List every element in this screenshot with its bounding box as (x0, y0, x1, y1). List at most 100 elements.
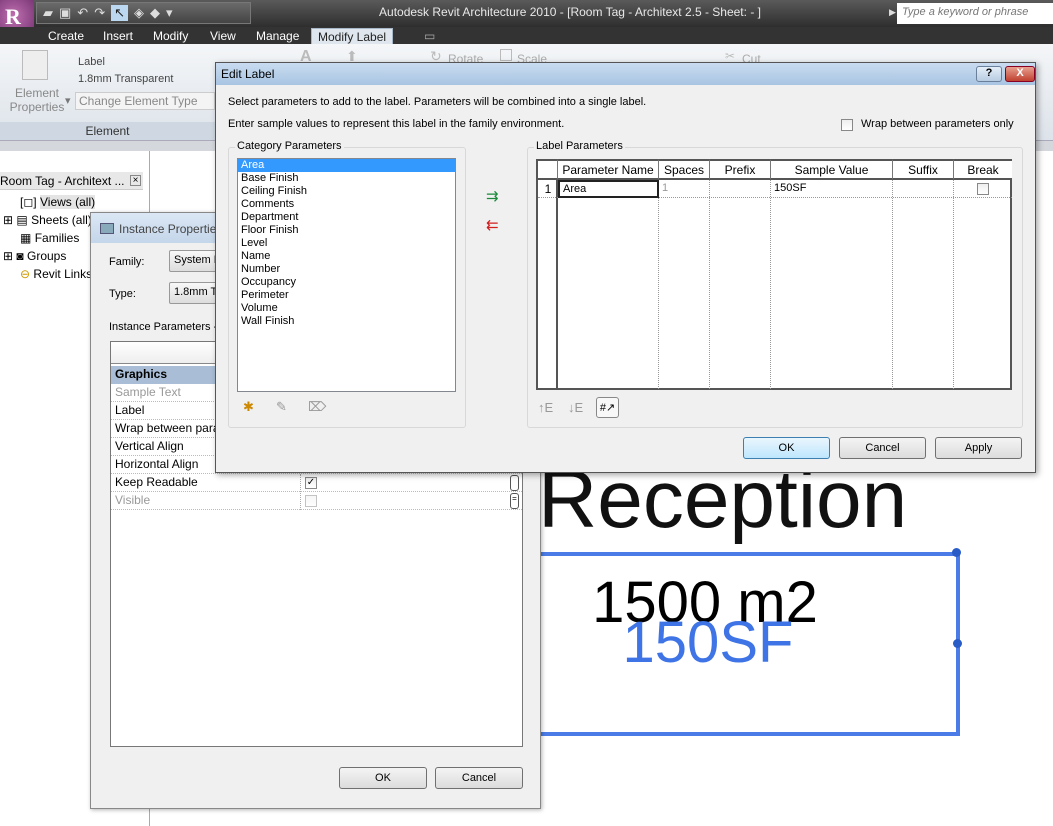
sample-value-cell[interactable]: 150SF (774, 180, 806, 194)
search-input[interactable]: Type a keyword or phrase (897, 3, 1053, 24)
keep-readable-checkbox[interactable]: ✓ (305, 477, 317, 489)
tab-modify[interactable]: Modify (147, 28, 194, 44)
column-header[interactable]: Break (954, 159, 1012, 180)
column-header[interactable]: Prefix (710, 159, 771, 180)
tab-modify-label[interactable]: Modify Label (311, 28, 394, 44)
list-item[interactable]: Name (238, 250, 455, 263)
wrap-checkbox[interactable] (841, 119, 853, 131)
cancel-button[interactable]: Cancel (839, 437, 926, 459)
change-element-type-dropdown[interactable]: Change Element Type (75, 92, 215, 110)
tab-view[interactable]: View (204, 28, 242, 44)
search-expand-icon[interactable]: ▶ (889, 7, 896, 18)
spaces-cell[interactable]: 1 (662, 180, 668, 194)
suffix-cell[interactable] (896, 180, 951, 197)
parameter-name-cell[interactable]: Area (558, 180, 659, 198)
list-item[interactable]: Area (238, 159, 455, 172)
list-item[interactable]: Department (238, 211, 455, 224)
instance-parameters-label: Instance Parameters - (109, 321, 218, 333)
views-icon: [◻] (20, 195, 37, 209)
tree-item-label: Groups (27, 249, 67, 263)
close-icon[interactable]: × (130, 175, 141, 186)
tree-item-sheets[interactable]: ⊞ ▤ Sheets (all) (3, 213, 92, 227)
associate-param-button[interactable] (510, 475, 519, 491)
list-item[interactable]: Ceiling Finish (238, 185, 455, 198)
customize-dropdown-icon[interactable]: ▾ (166, 5, 173, 21)
select-icon[interactable]: ↖ (111, 5, 129, 21)
close-button[interactable]: X (1005, 66, 1035, 82)
ok-button[interactable]: OK (339, 767, 427, 789)
list-item[interactable]: Wall Finish (238, 315, 455, 328)
list-item[interactable]: Floor Finish (238, 224, 455, 237)
3d-view-icon[interactable]: ◈ (134, 5, 144, 21)
project-browser-title: Room Tag - Architext ... (0, 172, 143, 190)
type-family: Label (78, 56, 105, 68)
section-icon[interactable]: ◆ (150, 5, 160, 21)
row-number-column (538, 180, 558, 389)
grid-column (659, 180, 710, 389)
save-icon[interactable]: ▣ (59, 5, 71, 21)
tree-item-families[interactable]: ▦ Families (20, 231, 79, 245)
remove-parameter-icon[interactable]: ⌦ (308, 399, 326, 415)
tree-item-label: Families (34, 231, 80, 245)
column-header[interactable]: Parameter Name (558, 159, 659, 180)
corner-grip[interactable] (952, 548, 961, 557)
edit-parameter-icon[interactable]: ✎ (276, 399, 287, 415)
tree-item-groups[interactable]: ⊞ ◙ Groups (3, 249, 66, 263)
open-icon[interactable]: ▰ (43, 5, 53, 21)
element-properties-button[interactable]: Element Properties (8, 86, 66, 114)
list-item[interactable]: Base Finish (238, 172, 455, 185)
row-number: 1 (544, 182, 552, 196)
list-item[interactable]: Perimeter (238, 289, 455, 302)
list-item[interactable]: Level (238, 237, 455, 250)
grid-column (893, 180, 954, 389)
apply-button[interactable]: Apply (935, 437, 1022, 459)
quick-access-toolbar: ▰ ▣ ↶ ↷ ↖ ◈ ◆ ▾ (36, 2, 251, 24)
column-header[interactable]: Suffix (893, 159, 954, 180)
list-item[interactable]: Volume (238, 302, 455, 315)
expand-icon[interactable]: ⊞ (3, 213, 13, 227)
list-item[interactable]: Number (238, 263, 455, 276)
tab-create[interactable]: Create (42, 28, 90, 44)
family-label: Family: (109, 256, 145, 268)
visible-checkbox[interactable] (305, 495, 317, 507)
associate-param-button[interactable]: = (510, 493, 519, 509)
add-to-label-icon[interactable]: ⇉ (486, 187, 499, 205)
tab-manage[interactable]: Manage (250, 28, 305, 44)
element-properties-icon[interactable] (22, 50, 48, 80)
grid-column (771, 180, 893, 389)
expand-icon[interactable]: ⊞ (3, 249, 13, 263)
families-icon: ▦ (20, 231, 32, 245)
ribbon-minimize-icon[interactable]: ▭ (418, 28, 441, 44)
break-checkbox[interactable] (977, 183, 989, 195)
resize-grip[interactable] (953, 639, 962, 648)
move-down-icon[interactable]: ↓E (568, 400, 583, 415)
column-header[interactable]: Sample Value (771, 159, 893, 180)
grid-column (710, 180, 771, 389)
link-icon: ⊖ (20, 267, 31, 281)
grid-column (558, 180, 659, 389)
instructions-line-1: Select parameters to add to the label. P… (228, 96, 647, 108)
category-parameters-list[interactable]: Area Base Finish Ceiling Finish Comments Dep… (237, 158, 456, 392)
list-item[interactable]: Occupancy (238, 276, 455, 289)
help-button[interactable]: ? (976, 66, 1002, 82)
redo-icon[interactable]: ↷ (94, 5, 105, 21)
wrap-label: Wrap between parameters only (861, 118, 1014, 130)
cancel-button[interactable]: Cancel (435, 767, 523, 789)
remove-from-label-icon[interactable]: ⇇ (486, 216, 499, 234)
label-parameters-grid: Parameter Name Spaces Prefix Sample Valu… (536, 159, 1012, 390)
column-divider (300, 474, 301, 510)
label-sample-text[interactable]: 150SF (540, 612, 876, 674)
edit-label-dialog: Edit Label ? X Select parameters to add … (215, 62, 1036, 473)
tree-item-views[interactable]: [◻] Views (all) (20, 195, 96, 209)
ok-button[interactable]: OK (743, 437, 830, 459)
undo-icon[interactable]: ↶ (77, 5, 88, 21)
list-item[interactable]: Comments (238, 198, 455, 211)
table-row[interactable]: 1 Area 1 150SF (538, 180, 1012, 198)
move-up-icon[interactable]: ↑E (538, 400, 553, 415)
tree-item-revit-links[interactable]: ⊖ Revit Links (20, 267, 92, 281)
tab-insert[interactable]: Insert (97, 28, 139, 44)
column-header[interactable]: Spaces (659, 159, 710, 180)
edit-parameter-format-icon[interactable]: #↗ (596, 397, 619, 418)
prefix-cell[interactable] (713, 180, 768, 197)
add-parameter-icon[interactable]: ✱ (243, 399, 254, 415)
